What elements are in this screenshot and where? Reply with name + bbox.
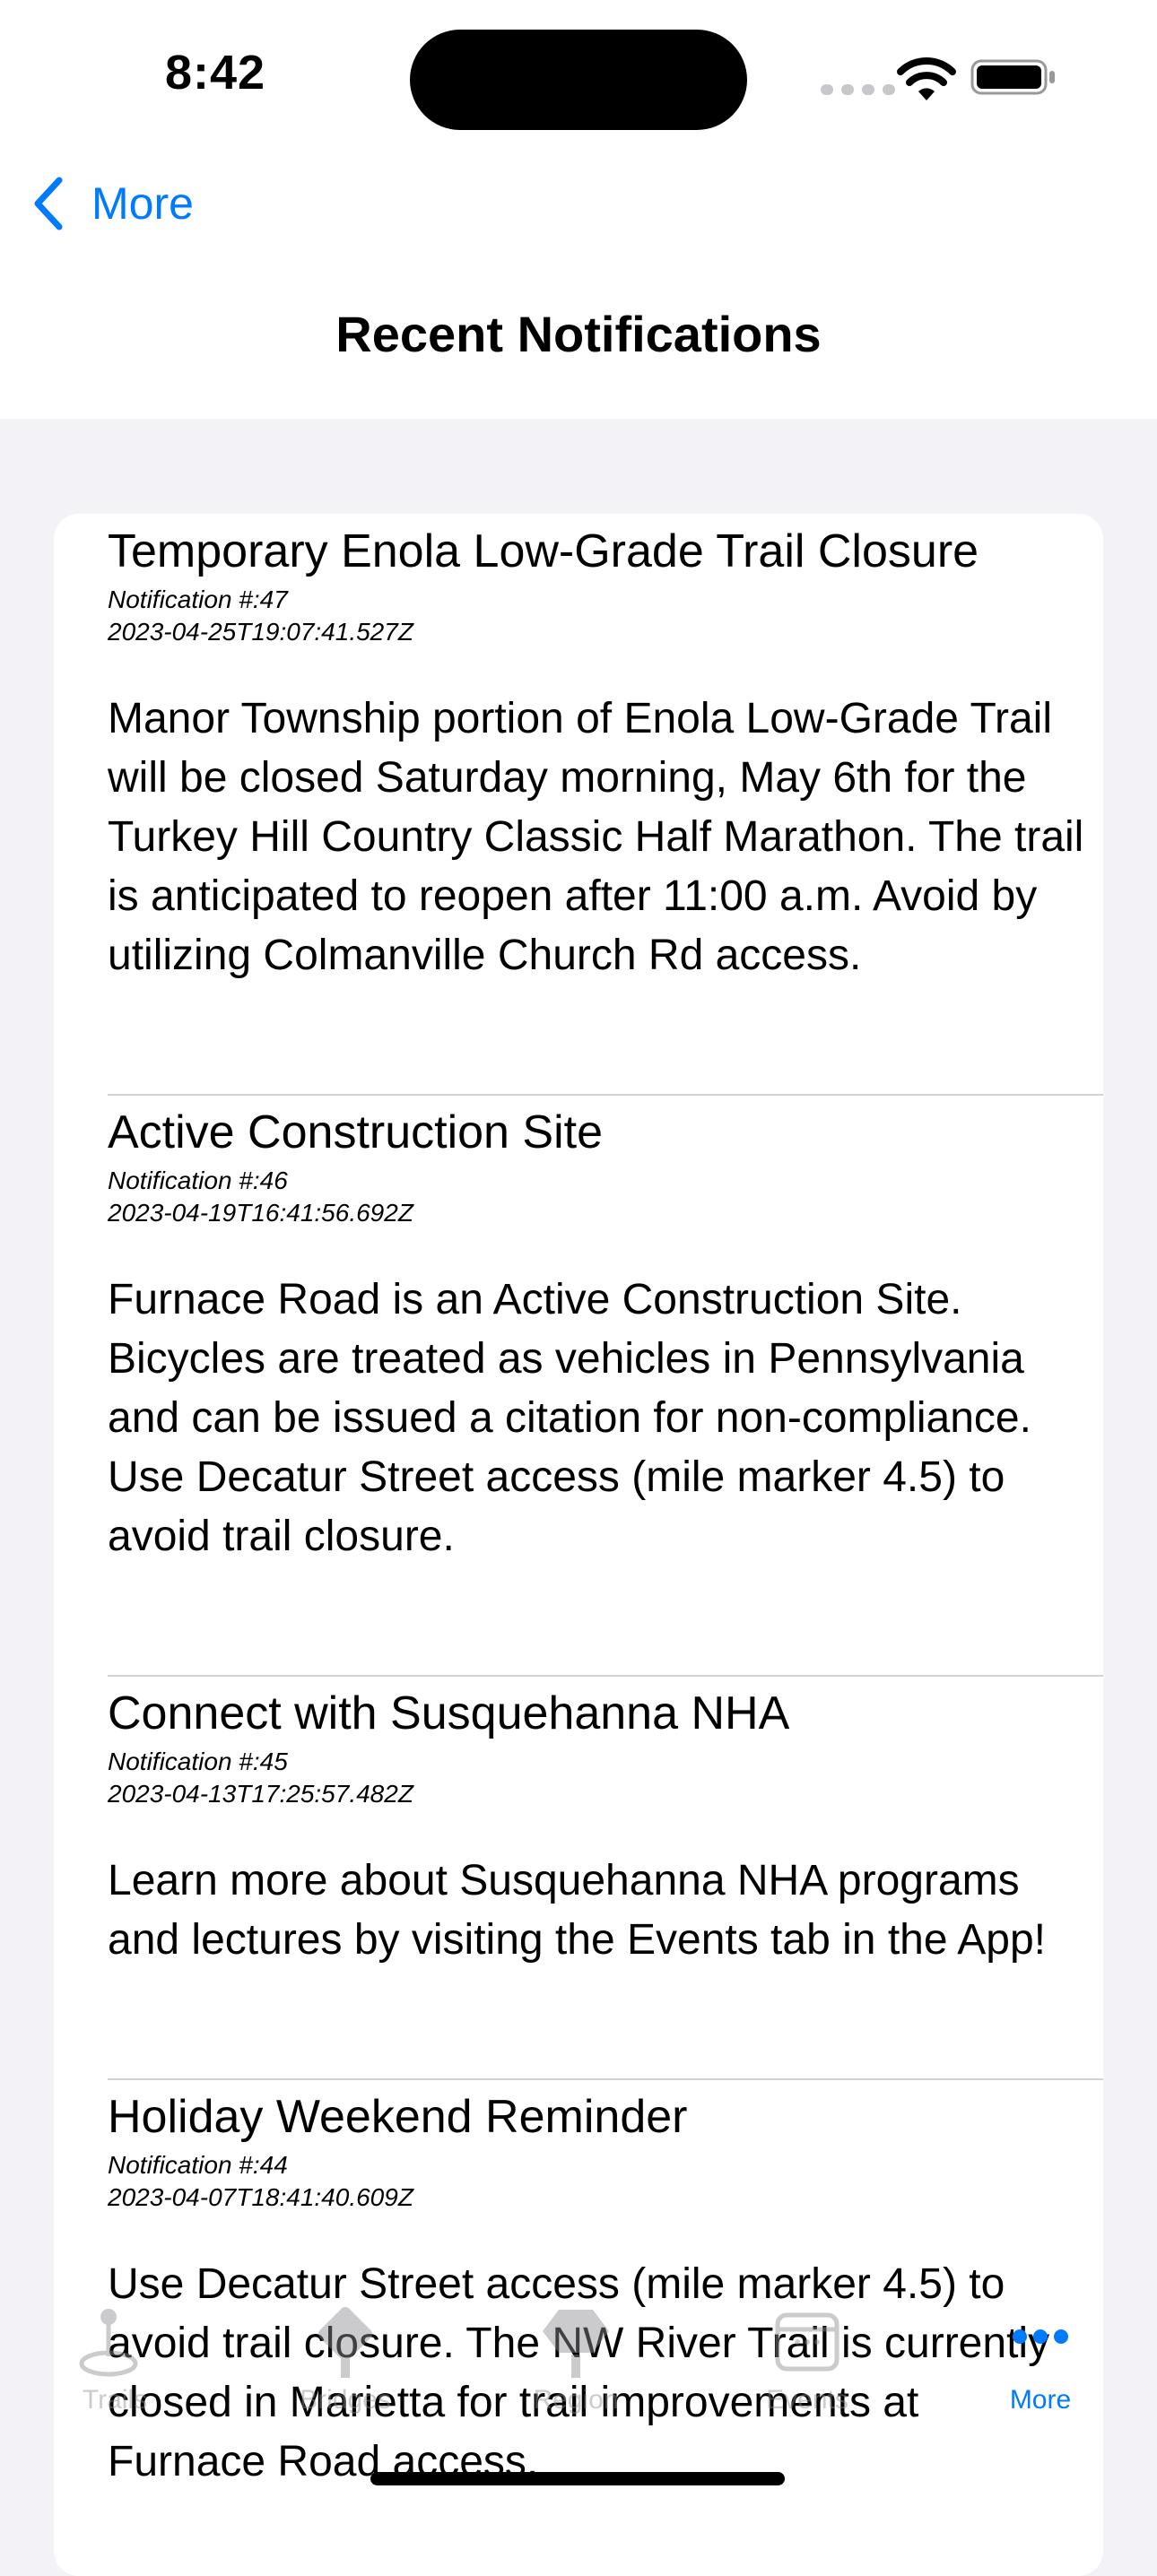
notification-title: Holiday Weekend Reminder [108,2091,688,2143]
tab-events[interactable]: Events [726,2304,888,2416]
notification-date: 2023-04-19T16:41:56.692Z [108,1199,413,1227]
notification-body: Learn more about Susquehanna NHA program… [108,1857,1046,1964]
cellular-signal-icon [821,84,895,95]
notifications-list: Temporary Enola Low-Grade Trail Closure … [54,514,1103,2576]
tab-more[interactable]: More [960,2304,1121,2416]
map-pin-icon [79,2309,138,2377]
dynamic-island [410,30,747,130]
divider [108,1675,1103,1677]
marker-icon [543,2310,609,2378]
tab-label: Region [533,2385,619,2415]
notification-number: Notification #:46 [108,1167,288,1194]
tab-bridges[interactable]: Bridges [265,2304,426,2416]
tab-label: More [1009,2385,1072,2415]
tab-trails[interactable]: Trails [34,2304,196,2416]
battery-icon [970,59,1055,95]
back-button[interactable]: More [30,172,194,235]
more-dots-icon [1013,2329,1068,2344]
road-sign-icon [318,2306,373,2378]
notification-number: Notification #:44 [108,2151,288,2179]
notification-date: 2023-04-25T19:07:41.527Z [108,618,413,646]
notification-date: 2023-04-07T18:41:40.609Z [108,2183,413,2211]
divider [108,2078,1103,2080]
page-title: Recent Notifications [335,306,822,362]
notification-title: Active Construction Site [108,1106,604,1158]
tab-label: Events [766,2385,848,2415]
notification-body: Manor Township portion of Enola Low-Grad… [108,695,1084,979]
notification-title: Temporary Enola Low-Grade Trail Closure [108,525,979,577]
tab-region[interactable]: Region [495,2304,657,2416]
chevron-left-icon [34,177,63,230]
notification-number: Notification #:45 [108,1748,288,1775]
back-button-label: More [91,178,194,229]
notification-number: Notification #:47 [108,585,288,613]
tab-label: Bridges [300,2385,391,2415]
wifi-icon [897,57,956,100]
navigation-bar: More Recent Notifications [0,152,1157,419]
status-bar: 8:42 [0,0,1157,152]
status-time: 8:42 [165,46,266,100]
notification-title: Connect with Susquehanna NHA [108,1687,790,1739]
notification-date: 2023-04-13T17:25:57.482Z [108,1780,413,1808]
notification-body: Furnace Road is an Active Construction S… [108,1276,1031,1560]
tab-label: Trails [82,2385,148,2415]
divider [108,1094,1103,1096]
home-indicator [370,2472,785,2485]
calendar-icon [775,2312,839,2372]
